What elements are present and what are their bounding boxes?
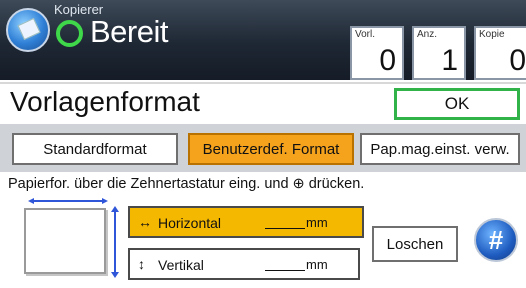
ok-button[interactable]: OK: [394, 88, 520, 120]
paper-preview: [24, 208, 106, 274]
tab-standard-format[interactable]: Standardformat: [12, 133, 178, 165]
horizontal-size-field[interactable]: ↔ Horizontal mm: [128, 206, 364, 238]
field-value: [265, 215, 305, 229]
counter-value: 1: [441, 44, 458, 77]
field-value: [265, 257, 305, 271]
field-unit: mm: [306, 215, 328, 230]
ready-status-icon: [56, 20, 83, 47]
horizontal-dimension-icon: [28, 198, 108, 204]
copier-icon: [6, 8, 50, 52]
clear-button[interactable]: Loschen: [372, 226, 458, 262]
counter-value: 0: [379, 44, 396, 77]
field-label: Horizontal: [158, 215, 222, 231]
quantity-counter: Anz. 1: [412, 26, 466, 80]
page-title: Vorlagenformat: [10, 86, 200, 117]
vertical-dimension-icon: [111, 206, 119, 278]
counter-label: Kopie: [479, 29, 505, 40]
counter-value: 0: [509, 44, 526, 77]
counter-label: Vorl.: [355, 29, 376, 40]
hash-key-button[interactable]: #: [474, 218, 518, 262]
copies-counter: Kopie 0: [474, 26, 526, 80]
vertical-size-field[interactable]: ↕ Vertikal mm: [128, 248, 360, 280]
counter-label: Anz.: [417, 29, 438, 40]
instruction-text: Papierfor. über die Zehnertastatur eing.…: [8, 176, 365, 192]
field-unit: mm: [306, 257, 328, 272]
field-label: Vertikal: [158, 257, 204, 273]
vertical-arrow-icon: ↕: [138, 256, 145, 272]
status-text: Bereit: [90, 14, 168, 49]
paper-glyph: [17, 17, 41, 41]
horizontal-arrow-icon: ↔: [138, 214, 152, 230]
tab-custom-format[interactable]: Benutzerdef. Format: [188, 133, 354, 165]
tab-paper-tray-settings[interactable]: Pap.mag.einst. verw.: [360, 133, 520, 165]
originals-counter: Vorl. 0: [350, 26, 404, 80]
